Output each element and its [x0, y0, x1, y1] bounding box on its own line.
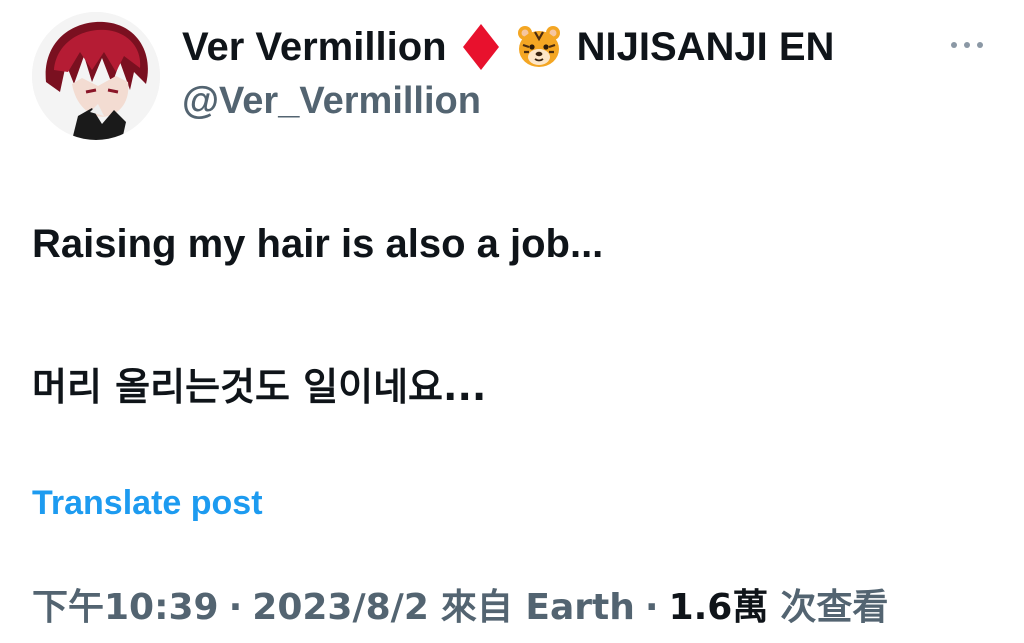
tiger-face-icon	[515, 23, 563, 71]
post-text-english: Raising my hair is also a job...	[32, 222, 604, 266]
avatar-image	[32, 12, 160, 140]
red-diamond-icon	[461, 22, 501, 72]
translate-post-link[interactable]: Translate post	[32, 484, 263, 523]
affiliation-label: NIJISANJI EN	[576, 24, 835, 69]
more-dot-icon	[977, 42, 983, 48]
more-options-button[interactable]	[942, 30, 992, 60]
post-source: 來自 Earth	[440, 587, 635, 628]
separator: ·	[228, 587, 243, 628]
more-dot-icon	[951, 42, 957, 48]
avatar[interactable]	[32, 12, 160, 140]
post-text-korean: 머리 올리는것도 일이네요...	[32, 365, 487, 409]
post-metadata: 下午10:39 · 2023/8/2 來自 Earth · 1.6萬 次查看	[32, 578, 888, 630]
post-date[interactable]: 2023/8/2	[252, 587, 429, 628]
author-handle[interactable]: @Ver_Vermillion	[182, 80, 481, 123]
separator: ·	[644, 587, 659, 628]
author-header: Ver Vermillion NIJISANJI EN	[182, 22, 834, 72]
more-dot-icon	[964, 42, 970, 48]
views-count[interactable]: 1.6萬	[669, 578, 769, 630]
post-time[interactable]: 下午10:39	[32, 578, 219, 630]
display-name[interactable]: Ver Vermillion	[182, 25, 447, 70]
views-label: 次查看	[780, 587, 889, 628]
